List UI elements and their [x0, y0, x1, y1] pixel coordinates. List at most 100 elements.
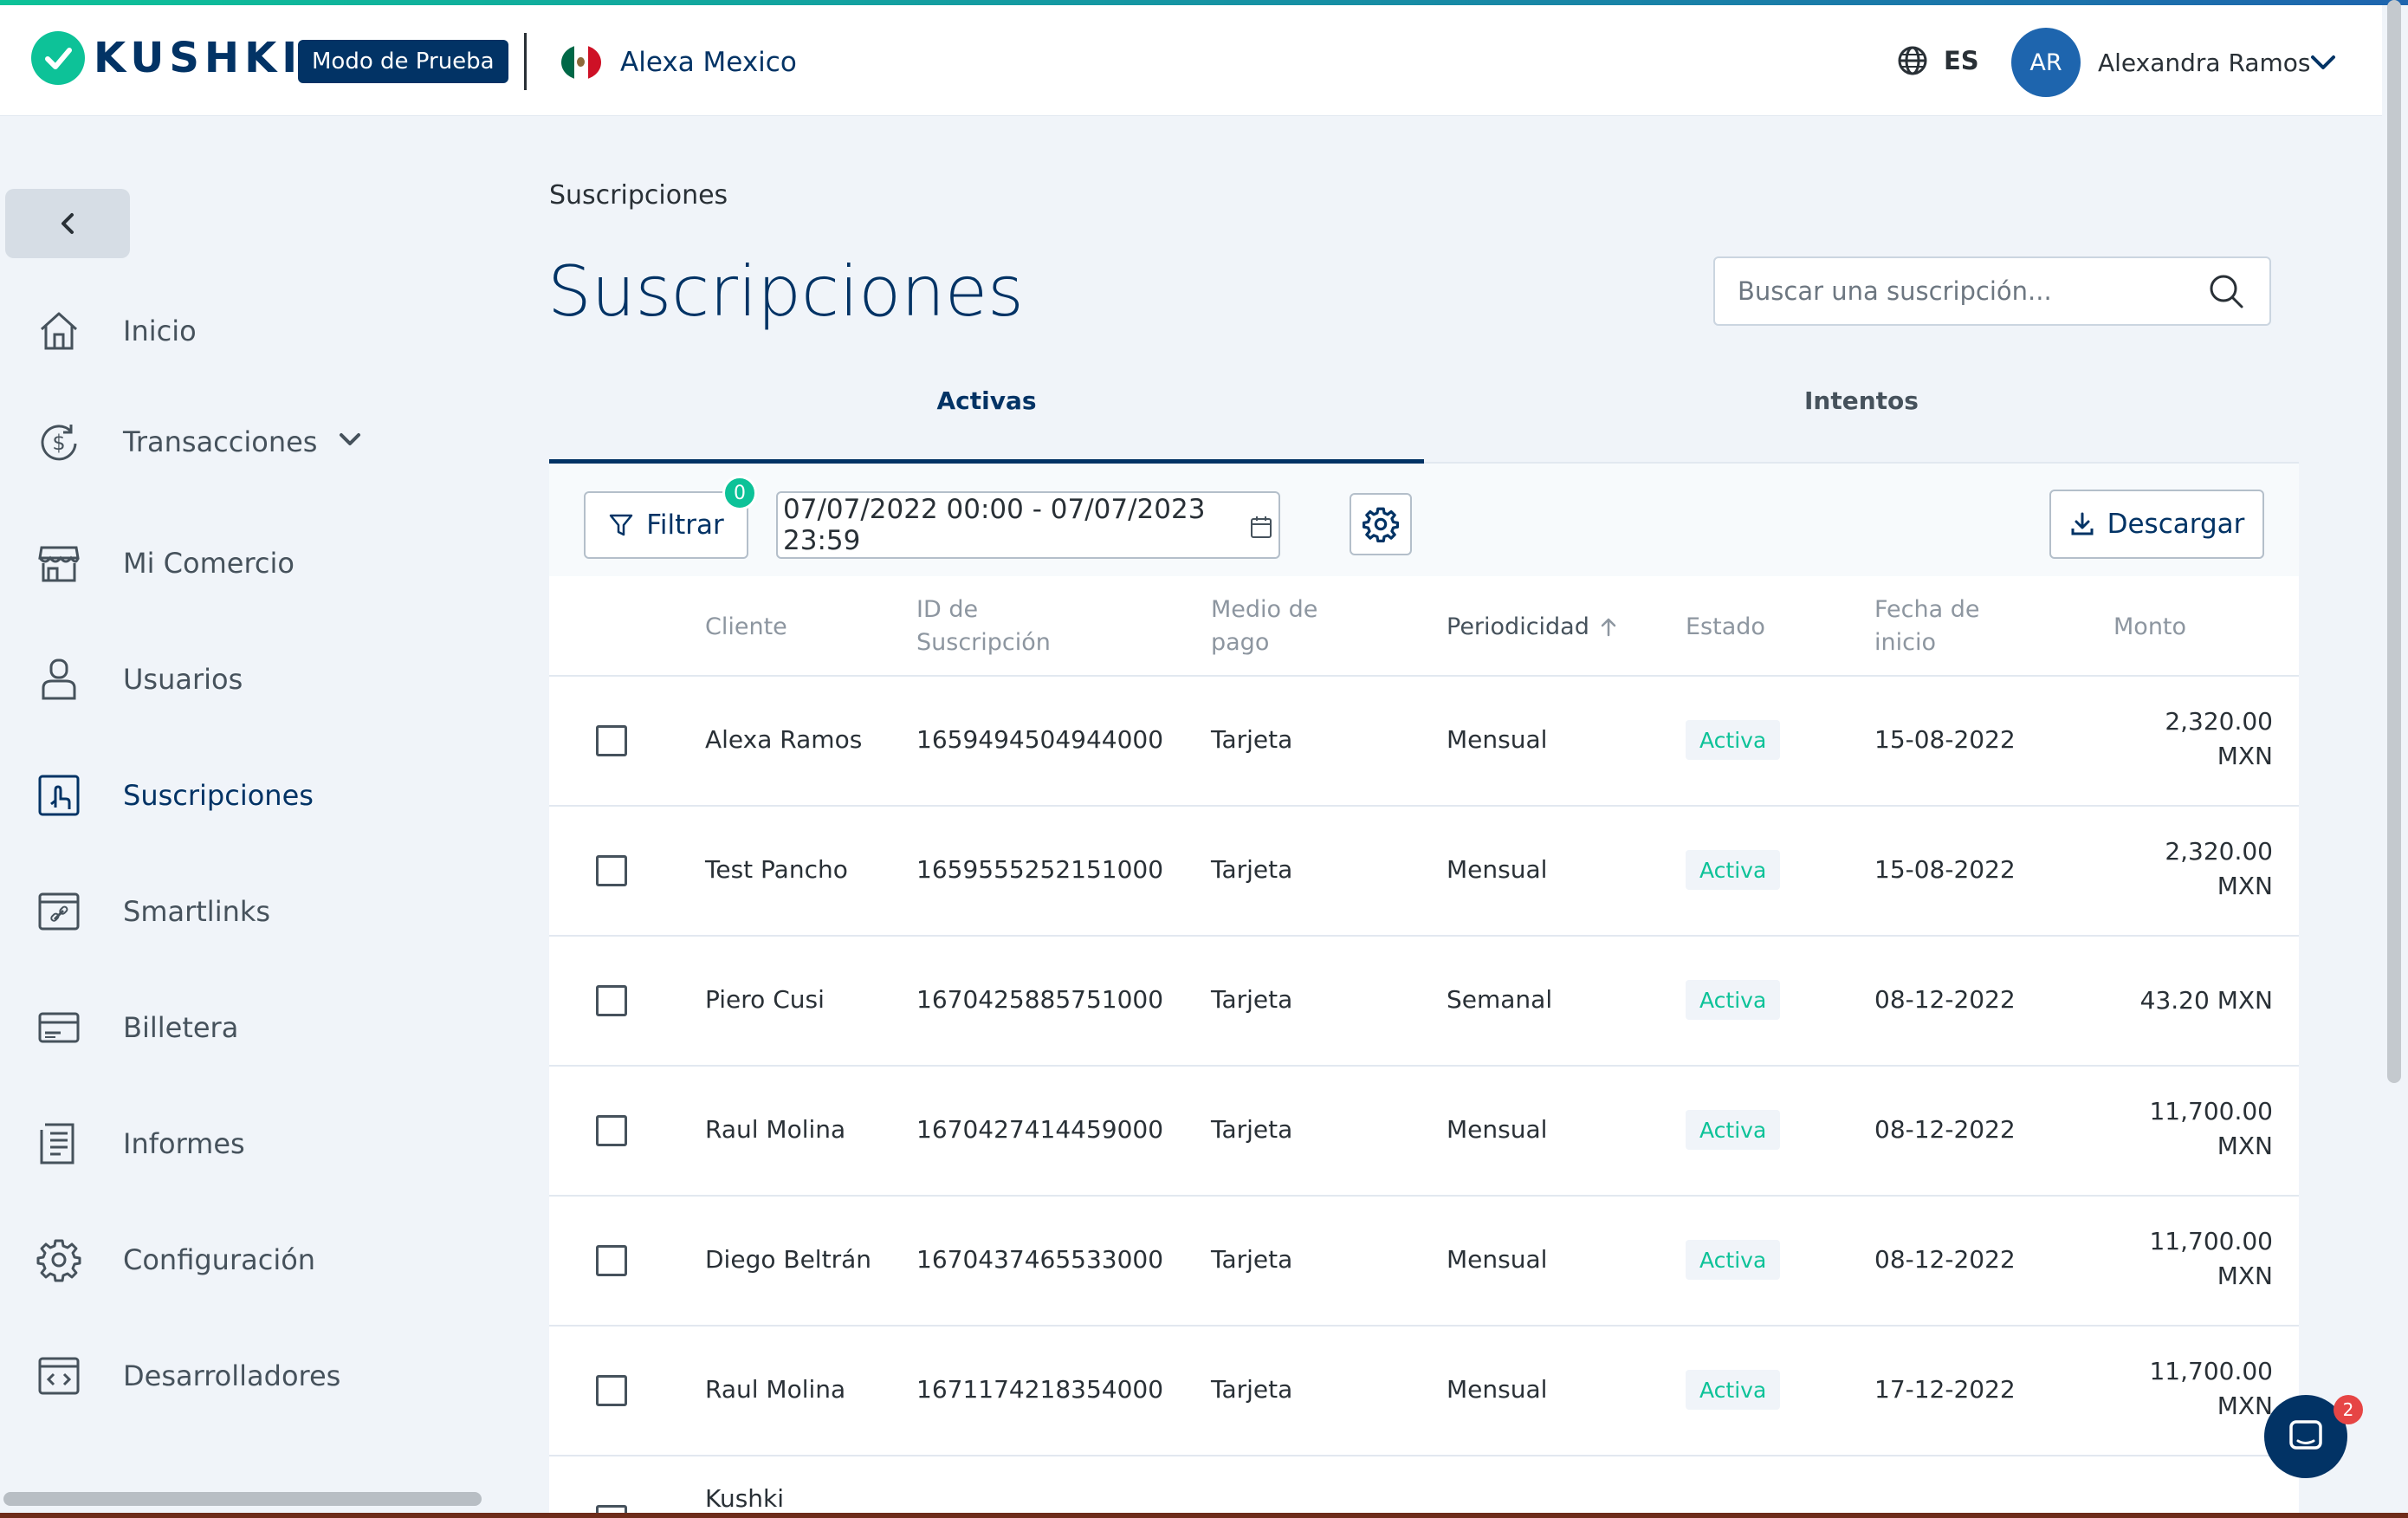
user-name[interactable]: Alexandra Ramos — [2098, 49, 2310, 77]
sidebar-item-suscripciones[interactable]: Suscripciones — [35, 761, 314, 830]
download-icon — [2071, 512, 2094, 535]
table-row[interactable]: Alexa Ramos 1659494504944000 Tarjeta Men… — [549, 677, 2299, 807]
store-icon — [35, 539, 83, 587]
sidebar-item-label: Billetera — [123, 1011, 239, 1044]
header-divider — [524, 33, 527, 90]
table-row[interactable]: Test Pancho 1659555252151000 Tarjeta Men… — [549, 807, 2299, 937]
table-row[interactable]: Diego Beltrán 1670437465533000 Tarjeta M… — [549, 1197, 2299, 1327]
chevron-down-icon[interactable] — [338, 430, 362, 449]
row-checkbox[interactable] — [596, 1245, 627, 1276]
cell-periodicidad: Mensual — [1447, 855, 1548, 884]
sidebar-item-configuracion[interactable]: Configuración — [35, 1225, 315, 1294]
vertical-scrollbar[interactable] — [2387, 0, 2401, 1083]
cell-id: 1671174218354000 — [916, 1375, 1164, 1404]
header-line: Fecha de — [1874, 596, 1980, 623]
sidebar-item-transacciones[interactable]: $ Transacciones — [35, 407, 360, 477]
gear-icon — [35, 1236, 83, 1284]
cell-monto: 43.20 MXN — [2139, 986, 2273, 1015]
cell-medio: Tarjeta — [1211, 1115, 1293, 1144]
search-icon[interactable] — [2207, 272, 2245, 310]
row-checkbox[interactable] — [596, 985, 627, 1016]
sidebar-item-inicio[interactable]: Inicio — [35, 296, 197, 366]
dollar-cycle-icon: $ — [35, 418, 83, 466]
header-line: Suscripción — [916, 629, 1051, 656]
language-selector[interactable]: ES — [1897, 45, 1979, 76]
header-label: Periodicidad — [1447, 613, 1589, 640]
date-range-value: 07/07/2022 00:00 - 07/07/2023 23:59 — [783, 494, 1206, 556]
date-range-picker[interactable]: 07/07/2022 00:00 - 07/07/2023 23:59 — [776, 491, 1280, 559]
sidebar-item-label: Transacciones — [123, 425, 318, 458]
header-line: ID de — [916, 596, 979, 623]
window-bottom-edge — [0, 1513, 2408, 1518]
header-estado[interactable]: Estado — [1686, 611, 1765, 644]
header-medio-pago[interactable]: Medio de pago — [1211, 594, 1317, 659]
sidebar-item-label: Inicio — [123, 315, 197, 347]
column-settings-button[interactable] — [1350, 493, 1412, 555]
search-input[interactable] — [1713, 256, 2271, 326]
sidebar-item-smartlinks[interactable]: Smartlinks — [35, 877, 270, 946]
sidebar-item-mi-comercio[interactable]: Mi Comercio — [35, 529, 295, 598]
header-monto[interactable]: Monto — [2113, 611, 2186, 644]
sort-arrow-up-icon — [1601, 618, 1616, 637]
sidebar-item-label: Configuración — [123, 1243, 316, 1276]
chevron-down-icon[interactable] — [2309, 52, 2337, 73]
report-icon — [35, 1119, 83, 1168]
sidebar-item-label: Usuarios — [123, 663, 243, 696]
horizontal-scrollbar[interactable] — [3, 1492, 482, 1506]
download-button[interactable]: Descargar — [2049, 490, 2264, 559]
mexico-flag-icon — [561, 45, 601, 80]
filter-count-badge: 0 — [722, 476, 757, 510]
row-checkbox[interactable] — [596, 1115, 627, 1146]
sidebar-item-informes[interactable]: Informes — [35, 1109, 245, 1178]
header-cliente[interactable]: Cliente — [705, 611, 787, 644]
cell-monto: 2,320.00 MXN — [2165, 837, 2273, 900]
sidebar-item-label: Informes — [123, 1127, 245, 1160]
cell-id: 1659555252151000 — [916, 855, 1164, 884]
filter-button[interactable]: Filtrar — [584, 491, 748, 559]
header-line: Medio de — [1211, 596, 1318, 623]
cell-monto: 2,320.00 MXN — [2165, 707, 2273, 770]
sidebar-item-desarrolladores[interactable]: Desarrolladores — [35, 1341, 340, 1411]
cell-periodicidad: Mensual — [1447, 725, 1548, 754]
tab-intentos[interactable]: Intentos — [1424, 386, 2299, 415]
top-bar: KUSHKI Modo de Prueba Alexa Mexico ES AR… — [0, 5, 2382, 116]
cell-periodicidad: Mensual — [1447, 1245, 1548, 1274]
table-row[interactable]: Raul Molina 1671174218354000 Tarjeta Men… — [549, 1327, 2299, 1456]
row-checkbox[interactable] — [596, 725, 627, 756]
header-fecha-inicio[interactable]: Fecha de inicio — [1874, 594, 1980, 659]
header-line: pago — [1211, 629, 1270, 656]
sidebar-item-usuarios[interactable]: Usuarios — [35, 645, 243, 714]
download-label: Descargar — [2107, 509, 2245, 540]
cell-id: 1670425885751000 — [916, 985, 1164, 1014]
kushki-logo[interactable]: KUSHKI — [31, 31, 302, 85]
status-badge: Activa — [1686, 1110, 1781, 1150]
user-icon — [35, 655, 83, 704]
cell-fecha: 08-12-2022 — [1874, 1245, 2016, 1274]
cell-cliente: Piero Cusi — [705, 985, 825, 1014]
merchant-name[interactable]: Alexa Mexico — [620, 47, 797, 78]
row-checkbox[interactable] — [596, 855, 627, 886]
cell-medio: Tarjeta — [1211, 855, 1293, 884]
status-badge: Activa — [1686, 1370, 1781, 1410]
table-row[interactable]: Kushki — [549, 1456, 2299, 1518]
sidebar-item-billetera[interactable]: Billetera — [35, 993, 238, 1062]
header-id-suscripcion[interactable]: ID de Suscripción — [916, 594, 1051, 659]
breadcrumb[interactable]: Suscripciones — [549, 180, 728, 211]
table-row[interactable]: Raul Molina 1670427414459000 Tarjeta Men… — [549, 1067, 2299, 1197]
cell-periodicidad: Mensual — [1447, 1115, 1548, 1144]
collapse-sidebar-button[interactable] — [5, 189, 130, 258]
cell-fecha: 08-12-2022 — [1874, 985, 2016, 1014]
tab-activas[interactable]: Activas — [549, 386, 1424, 415]
header-periodicidad[interactable]: Periodicidad — [1447, 611, 1619, 644]
calendar-icon[interactable] — [1249, 514, 1273, 540]
row-checkbox[interactable] — [596, 1375, 627, 1406]
gear-icon — [1363, 507, 1399, 542]
user-avatar[interactable]: AR — [2011, 28, 2081, 97]
sidebar-item-label: Mi Comercio — [123, 547, 295, 580]
cell-periodicidad: Mensual — [1447, 1375, 1548, 1404]
cell-monto: 11,700.00 MXN — [2149, 1227, 2273, 1290]
table-row[interactable]: Piero Cusi 1670425885751000 Tarjeta Sema… — [549, 937, 2299, 1067]
cell-medio: Tarjeta — [1211, 985, 1293, 1014]
cell-id: 1659494504944000 — [916, 725, 1164, 754]
filter-icon — [610, 514, 633, 536]
